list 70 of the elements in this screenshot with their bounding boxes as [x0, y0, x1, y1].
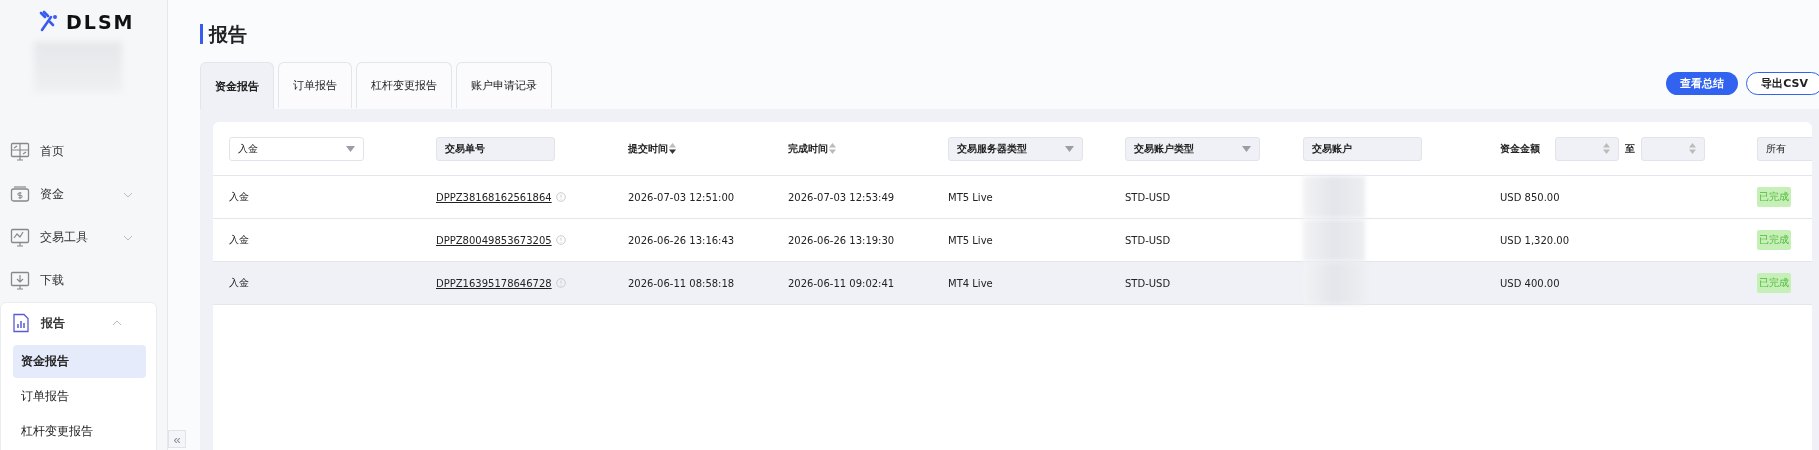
table-cell: 2026-06-11 08:58:18 — [628, 277, 735, 289]
table-cell: 2026-06-26 13:16:43 — [628, 234, 735, 246]
info-icon — [555, 278, 566, 288]
table-cell: 入金 — [229, 190, 249, 204]
redacted-block — [1303, 176, 1365, 218]
table-cell: MT5 Live — [948, 234, 993, 246]
monitor-download-icon — [10, 270, 30, 291]
column-header: 资金金额 — [1500, 141, 1540, 156]
filter-field[interactable]: 交易单号 — [436, 136, 555, 161]
table-cell: 入金 — [229, 276, 249, 290]
table-row-highlighted[interactable]: 入金 DPPZ16395178646728 2026-06-11 08:58:18 2026-06-11 09:02:41 MT4 Live STD-USD USD 400.00 已完成 — [213, 262, 1812, 305]
order-number-link[interactable]: DPPZ38168162561864 — [436, 191, 552, 203]
column-header: 提交时间 — [628, 141, 668, 156]
table-cell: 入金 — [229, 233, 249, 247]
dropdown-caret-icon — [1065, 145, 1074, 152]
tab[interactable]: 订单报告 — [278, 62, 352, 108]
info-icon — [555, 192, 566, 202]
action-button[interactable]: 查看总结 — [1666, 72, 1739, 95]
page-title: 报告 — [200, 24, 1819, 44]
sidebar-subitem[interactable]: 资金报告 — [13, 345, 146, 378]
table-cell: STD-USD — [1125, 277, 1171, 289]
table-cell: STD-USD — [1125, 191, 1171, 203]
table-row[interactable]: 入金 DPPZ38168162561864 2026-07-03 12:51:00 2026-07-03 12:53:49 MT5 Live STD-USD USD 850.00 已完成 — [213, 176, 1812, 219]
monitor-chart-icon — [10, 227, 30, 248]
filter-dropdown[interactable]: 交易账户类型 — [1125, 136, 1260, 161]
sidebar-subitem[interactable]: 杠杆变更报告 — [13, 415, 146, 448]
tab[interactable]: 杠杆变更报告 — [356, 62, 452, 108]
sidebar-item[interactable]: 交易工具 — [0, 216, 167, 259]
table-cell: 2026-07-03 12:53:49 — [788, 191, 895, 203]
document-chart-icon — [11, 313, 31, 333]
sidebar-subitem[interactable]: 订单报告 — [13, 380, 146, 413]
dropdown-caret-icon — [1242, 145, 1251, 152]
table-cell: 2026-06-11 09:02:41 — [788, 277, 895, 289]
dropdown-caret-icon — [346, 145, 355, 152]
logo-mark-icon — [38, 10, 60, 34]
logo-text: DLSM — [66, 11, 135, 33]
number-field[interactable] — [1555, 136, 1619, 161]
monitor-grid-icon — [10, 141, 30, 162]
column-header: 完成时间 — [788, 141, 828, 156]
sidebar-item[interactable]: 首页 — [0, 130, 167, 173]
table-cell: USD 850.00 — [1500, 191, 1560, 203]
filter-dropdown[interactable]: 入金 — [229, 136, 364, 161]
table-cell: MT4 Live — [948, 277, 993, 289]
redacted-block — [1303, 219, 1365, 261]
table-cell: 2026-06-26 13:19:30 — [788, 234, 895, 246]
info-icon — [555, 235, 566, 245]
order-number-link[interactable]: DPPZ80049853673205 — [436, 234, 552, 246]
tab[interactable]: 资金报告 — [200, 62, 274, 109]
status-badge: 已完成 — [1757, 230, 1791, 250]
tab[interactable]: 账户申请记录 — [456, 62, 552, 108]
status-badge: 已完成 — [1757, 187, 1791, 207]
sidebar-item[interactable]: 资金 — [0, 173, 167, 216]
wallet-icon — [10, 184, 30, 205]
range-separator: 至 — [1625, 141, 1635, 156]
action-button[interactable]: 导出CSV — [1746, 72, 1819, 95]
sidebar-item[interactable]: 报告 — [1, 303, 156, 343]
table-cell: STD-USD — [1125, 234, 1171, 246]
filter-dropdown[interactable]: 所有 — [1757, 136, 1812, 161]
spinner-icon — [1689, 143, 1696, 154]
sidebar-item[interactable]: 下载 — [0, 259, 167, 302]
status-badge: 已完成 — [1757, 273, 1791, 293]
filter-field[interactable]: 交易账户 — [1303, 136, 1422, 161]
table-cell: 2026-07-03 12:51:00 — [628, 191, 735, 203]
filter-dropdown[interactable]: 交易服务器类型 — [948, 136, 1083, 161]
number-field[interactable] — [1641, 136, 1705, 161]
table-cell: USD 400.00 — [1500, 277, 1560, 289]
table-cell: MT5 Live — [948, 191, 993, 203]
order-number-link[interactable]: DPPZ16395178646728 — [436, 277, 552, 289]
table-cell: USD 1,320.00 — [1500, 234, 1570, 246]
spinner-icon — [1603, 143, 1610, 154]
